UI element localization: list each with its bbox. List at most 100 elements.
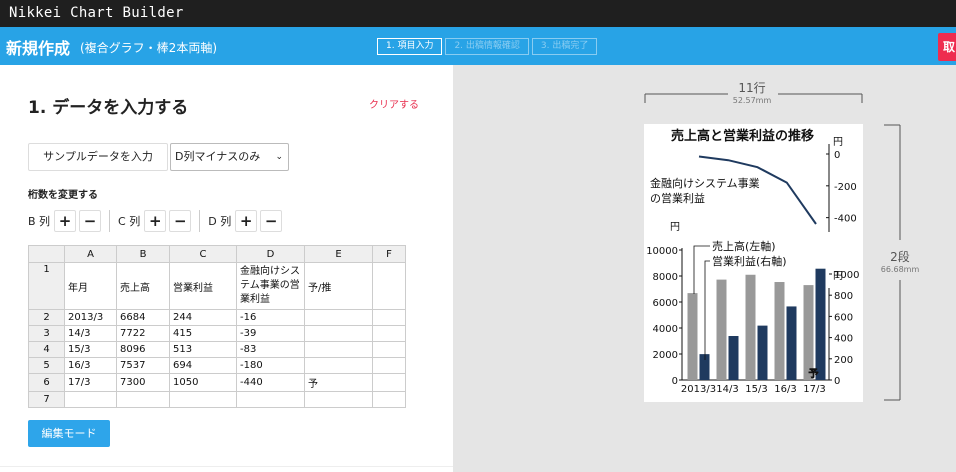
digits-col-b-label: B 列: [28, 215, 51, 228]
chevron-down-icon: ⌄: [275, 152, 283, 162]
bar-x-tick-label: 17/3: [803, 384, 825, 395]
grid-cell[interactable]: 15/3: [64, 341, 117, 358]
grid-cell[interactable]: -16: [236, 309, 305, 326]
row-number: 3: [28, 325, 65, 342]
grid-cell[interactable]: [116, 391, 170, 408]
grid-cell[interactable]: [304, 357, 373, 374]
bar-profit: [699, 354, 710, 380]
bar-legend-profit: 営業利益(右軸): [712, 254, 787, 268]
col-c-minus-button[interactable]: −: [169, 210, 192, 232]
row-number: 5: [28, 357, 65, 374]
grid-cell[interactable]: 予/推: [304, 262, 373, 310]
grid-header-row: A B C D E F: [28, 245, 406, 263]
grid-cell[interactable]: 7722: [116, 325, 170, 342]
height-dan: 2段: [890, 250, 910, 264]
bar-right-tick-label: 1000: [834, 270, 859, 281]
step-3: 3. 出稿完了: [531, 38, 598, 55]
bar-x-tick-label: 15/3: [745, 384, 767, 395]
legend-leader: [693, 245, 710, 294]
legend-leader: [704, 260, 710, 360]
line-series: [698, 155, 817, 225]
grid-cell[interactable]: [64, 391, 117, 408]
bar-profit: [728, 336, 739, 380]
grid-cell[interactable]: 金融向けシステム事業の営業利益: [236, 262, 305, 310]
grid-cell[interactable]: 513: [169, 341, 237, 358]
digits-controls: B 列 + − C 列 + − D 列 + −: [28, 209, 285, 233]
grid-cell[interactable]: 7537: [116, 357, 170, 374]
sample-data-button[interactable]: サンプルデータを入力: [28, 143, 168, 171]
grid-cell[interactable]: 14/3: [64, 325, 117, 342]
step-2: 2. 出稿情報確認: [445, 38, 529, 55]
grid-cell[interactable]: [372, 357, 406, 374]
grid-cell[interactable]: [372, 391, 406, 408]
grid-cell[interactable]: [236, 391, 305, 408]
grid-cell[interactable]: [372, 325, 406, 342]
bar-left-tick-label: 8000: [653, 272, 678, 283]
bar-sales: [774, 282, 785, 380]
col-c-plus-button[interactable]: +: [144, 210, 167, 232]
page-header: 新規作成 (複合グラフ・棒2本両軸) 1. 項目入力 2. 出稿情報確認 3. …: [0, 27, 956, 65]
row-number: 1: [28, 262, 65, 310]
line-y-unit: 円: [833, 137, 843, 148]
grid-cell[interactable]: 1050: [169, 373, 237, 392]
grid-cell[interactable]: 244: [169, 309, 237, 326]
height-label: 2段 66.68mm: [874, 248, 926, 274]
bar-profit: [786, 306, 797, 380]
grid-cell[interactable]: 17/3: [64, 373, 117, 392]
grid-cell[interactable]: [304, 341, 373, 358]
col-d-plus-button[interactable]: +: [235, 210, 258, 232]
grid-cell[interactable]: [372, 373, 406, 392]
grid-cell[interactable]: 売上高: [116, 262, 170, 310]
bar-right-tick-label: 600: [834, 312, 853, 323]
app-title: Nikkei Chart Builder: [9, 5, 184, 21]
grid-cell[interactable]: 6684: [116, 309, 170, 326]
grid-cell[interactable]: 16/3: [64, 357, 117, 374]
grid-cell[interactable]: 694: [169, 357, 237, 374]
grid-cell[interactable]: 年月: [64, 262, 117, 310]
edit-mode-button[interactable]: 編集モード: [28, 420, 110, 447]
grid-cell[interactable]: [304, 391, 373, 408]
table-row: 6 17/3 7300 1050 -440 予: [28, 373, 406, 392]
grid-cell[interactable]: 415: [169, 325, 237, 342]
grid-cell[interactable]: -83: [236, 341, 305, 358]
bar-x-tick-label: 2013/3: [681, 384, 716, 395]
bar-annotation: 予: [809, 368, 819, 380]
grid-cell[interactable]: -180: [236, 357, 305, 374]
digits-col-c-label: C 列: [118, 215, 141, 228]
bar-sales: [687, 293, 698, 380]
grid-cell[interactable]: 予: [304, 373, 373, 392]
width-lines: 11行: [738, 81, 766, 95]
bar-right-tick-label: 400: [834, 334, 853, 345]
grid-cell[interactable]: [304, 309, 373, 326]
grid-cell[interactable]: 7300: [116, 373, 170, 392]
sample-select[interactable]: D列マイナスのみ ⌄: [170, 143, 289, 171]
grid-cell[interactable]: [304, 325, 373, 342]
col-b-plus-button[interactable]: +: [54, 210, 77, 232]
clear-link[interactable]: クリアする: [369, 96, 419, 111]
bar-left-tick-label: 0: [672, 376, 678, 387]
digits-label: 桁数を変更する: [28, 190, 98, 201]
grid-cell[interactable]: -39: [236, 325, 305, 342]
col-d-minus-button[interactable]: −: [260, 210, 283, 232]
bar-sales: [745, 274, 756, 380]
grid-cell[interactable]: [169, 391, 237, 408]
grid-cell[interactable]: [372, 341, 406, 358]
header-action-button[interactable]: 取: [938, 33, 956, 61]
step-indicator: 1. 項目入力 2. 出稿情報確認 3. 出稿完了: [377, 38, 598, 55]
table-row: 5 16/3 7537 694 -180: [28, 357, 406, 374]
divider: [0, 466, 453, 467]
chart-title: 売上高と営業利益の推移: [671, 128, 814, 144]
line-y-tick-label: 0: [834, 150, 840, 161]
grid-cell[interactable]: 8096: [116, 341, 170, 358]
grid-cell[interactable]: 2013/3: [64, 309, 117, 326]
app-title-bar: Nikkei Chart Builder: [0, 0, 956, 27]
grid-cell[interactable]: [372, 262, 406, 310]
grid-col-header: E: [304, 245, 373, 263]
grid-corner: [28, 245, 65, 263]
grid-cell[interactable]: 営業利益: [169, 262, 237, 310]
grid-cell[interactable]: -440: [236, 373, 305, 392]
col-b-minus-button[interactable]: −: [79, 210, 102, 232]
grid-cell[interactable]: [372, 309, 406, 326]
page-title: 新規作成: [6, 39, 71, 58]
page-subtitle: (複合グラフ・棒2本両軸): [80, 41, 217, 55]
